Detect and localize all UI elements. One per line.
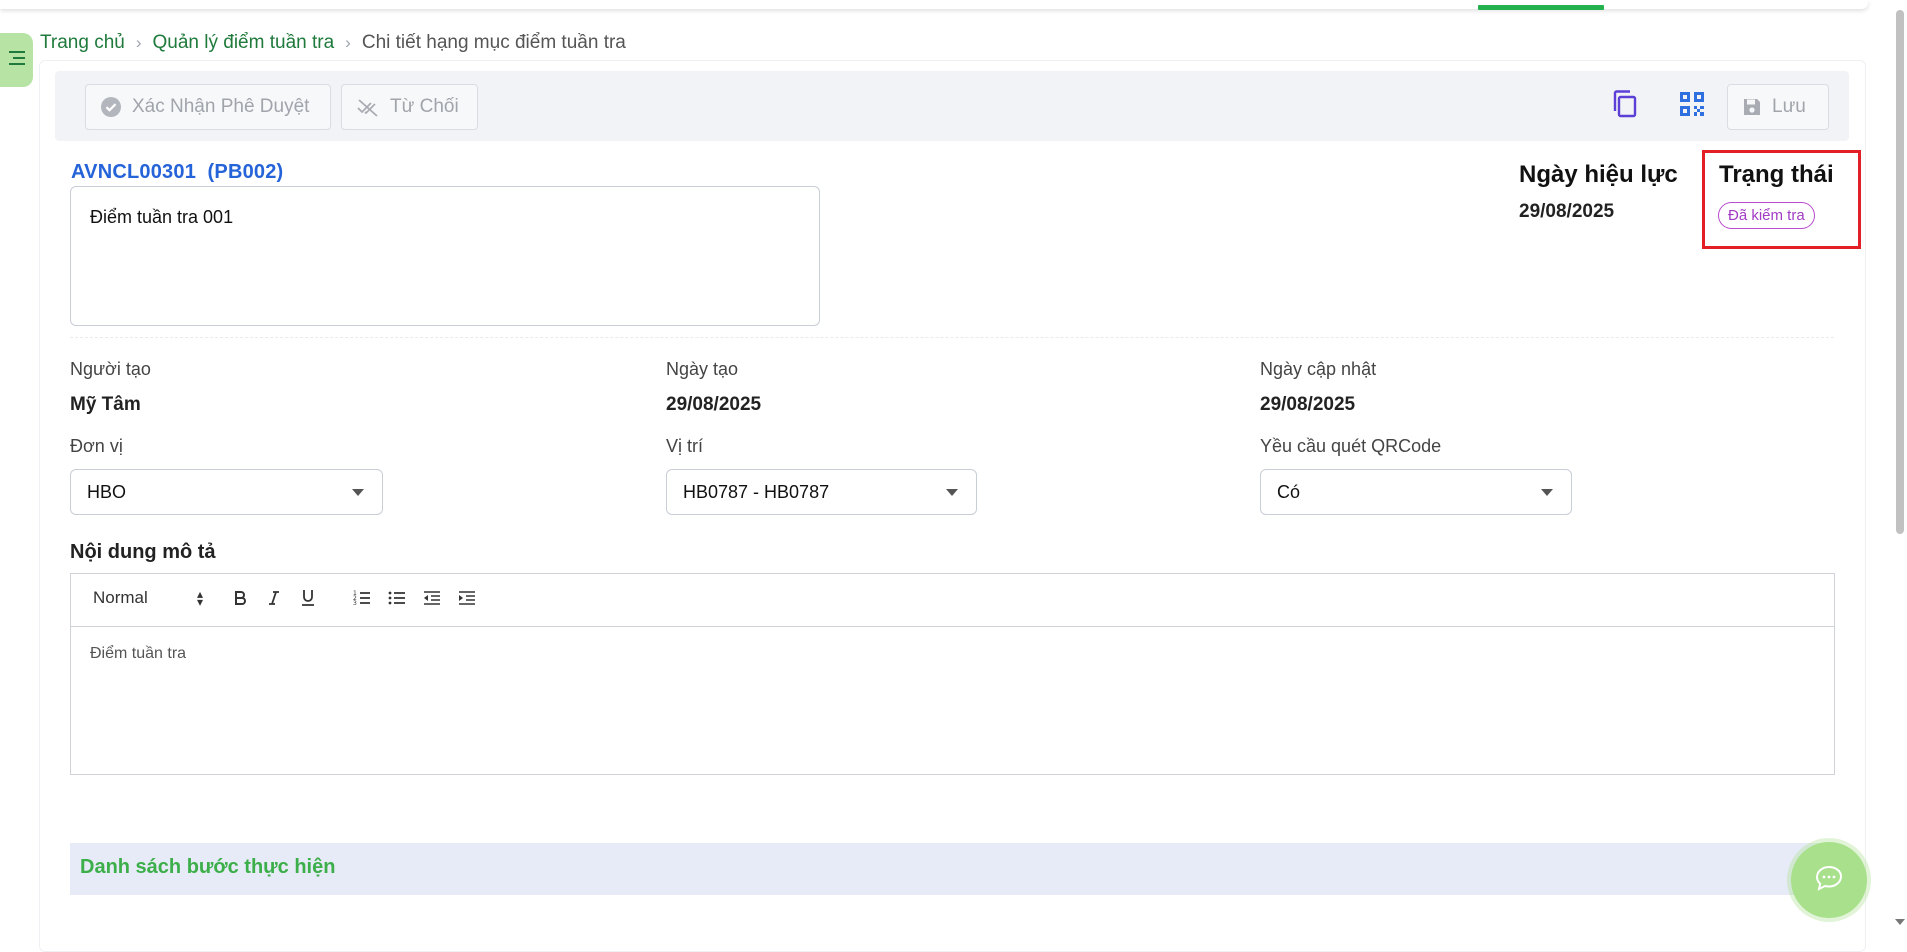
- outdent-button[interactable]: [419, 588, 445, 612]
- updated-date-value: 29/08/2025: [1260, 394, 1356, 415]
- status-label: Trạng thái: [1719, 161, 1834, 188]
- breadcrumb-patrol-points[interactable]: Quản lý điểm tuần tra: [153, 32, 335, 54]
- bold-button[interactable]: [227, 588, 253, 612]
- scroll-down-arrow-icon[interactable]: [1895, 919, 1905, 925]
- page-scrollbar[interactable]: [1893, 0, 1907, 932]
- svg-text:3: 3: [353, 600, 357, 606]
- effective-date-value: 29/08/2025: [1519, 201, 1615, 222]
- rich-text-editor: Normal ▴ ▾ 123 Điểm tuần tra: [70, 573, 1835, 775]
- scrollbar-thumb[interactable]: [1896, 10, 1904, 534]
- unit-select[interactable]: HBO: [70, 469, 383, 515]
- copy-icon: [1611, 89, 1639, 124]
- save-label: Lưu: [1772, 96, 1806, 117]
- chevron-right-icon: ›: [135, 33, 142, 52]
- chevron-right-icon: ›: [345, 33, 351, 52]
- menu-icon: [7, 50, 27, 71]
- check-circle-icon: [100, 96, 122, 118]
- unit-select-value: HBO: [87, 481, 127, 502]
- creator-value: Mỹ Tâm: [70, 394, 141, 415]
- indent-icon: [458, 590, 476, 611]
- save-button[interactable]: Lưu: [1727, 84, 1829, 130]
- record-code: AVNCL00301 (PB002): [71, 161, 283, 184]
- bold-icon: [233, 590, 247, 611]
- italic-button[interactable]: [261, 588, 287, 612]
- creator-label: Người tạo: [70, 359, 151, 379]
- indent-button[interactable]: [454, 588, 480, 612]
- created-date-value: 29/08/2025: [666, 394, 762, 415]
- steps-section-title: Danh sách bước thực hiện: [80, 856, 336, 878]
- caret-down-icon: [1541, 489, 1553, 496]
- menu-toggle-button[interactable]: [0, 33, 33, 87]
- underline-icon: [301, 589, 315, 611]
- bullet-list-icon: [388, 590, 406, 611]
- steps-section-header: Danh sách bước thực hiện: [70, 843, 1835, 895]
- ordered-list-icon: 123: [353, 590, 371, 611]
- copy-button[interactable]: [1607, 88, 1643, 124]
- qr-required-value: Có: [1277, 481, 1301, 502]
- approve-button[interactable]: Xác Nhận Phê Duyệt: [85, 84, 331, 130]
- qr-required-label: Yều cầu quét QRCode: [1260, 436, 1442, 456]
- outdent-icon: [423, 590, 441, 611]
- bullet-list-button[interactable]: [384, 588, 410, 612]
- description-text: Điểm tuần tra: [90, 645, 187, 662]
- chat-button[interactable]: [1791, 842, 1867, 918]
- underline-button[interactable]: [295, 588, 321, 612]
- effective-date-label: Ngày hiệu lực: [1519, 161, 1678, 188]
- divider: [70, 337, 1834, 338]
- qrcode-icon: [1678, 90, 1706, 123]
- qr-required-select[interactable]: Có: [1260, 469, 1572, 515]
- reject-button[interactable]: Từ Chối: [341, 84, 478, 130]
- italic-icon: [267, 590, 281, 611]
- qrcode-button[interactable]: [1674, 88, 1710, 124]
- unit-label: Đơn vị: [70, 436, 123, 456]
- description-label: Nội dung mô tả: [70, 541, 216, 563]
- reject-label: Từ Chối: [390, 96, 459, 117]
- active-tab-indicator: [1478, 5, 1604, 10]
- location-select-value: HB0787 - HB0787: [683, 481, 830, 502]
- name-textarea[interactable]: Điểm tuần tra 001: [70, 186, 820, 326]
- breadcrumb: Trang chủ › Quản lý điểm tuần tra › Chi …: [40, 32, 626, 54]
- caret-down-icon: [352, 489, 364, 496]
- breadcrumb-current: Chi tiết hạng mục điểm tuần tra: [361, 32, 626, 53]
- status-badge: Đã kiểm tra: [1718, 202, 1815, 229]
- chat-bubble-icon: [1815, 865, 1843, 896]
- location-label: Vị trí: [666, 436, 704, 456]
- record-dept-code: (PB002): [207, 161, 284, 183]
- editor-content[interactable]: Điểm tuần tra: [71, 627, 1834, 681]
- ordered-list-button[interactable]: 123: [349, 588, 375, 612]
- save-icon: [1742, 97, 1762, 117]
- reject-checks-icon: [356, 97, 380, 117]
- updown-arrows-icon: ▴ ▾: [196, 587, 203, 609]
- breadcrumb-home[interactable]: Trang chủ: [40, 32, 125, 54]
- caret-down-icon: [946, 489, 958, 496]
- created-date-label: Ngày tạo: [666, 359, 739, 379]
- action-toolbar: Xác Nhận Phê Duyệt Từ Chối Lưu: [55, 71, 1849, 141]
- text-format-value: Normal: [93, 588, 148, 607]
- editor-toolbar: Normal ▴ ▾ 123: [71, 574, 1834, 627]
- location-select[interactable]: HB0787 - HB0787: [666, 469, 977, 515]
- record-code-value: AVNCL00301: [71, 161, 197, 183]
- name-text: Điểm tuần tra 001: [90, 207, 234, 227]
- approve-label: Xác Nhận Phê Duyệt: [132, 96, 310, 117]
- text-format-select[interactable]: Normal ▴ ▾: [93, 588, 203, 608]
- updated-date-label: Ngày cập nhật: [1260, 359, 1377, 379]
